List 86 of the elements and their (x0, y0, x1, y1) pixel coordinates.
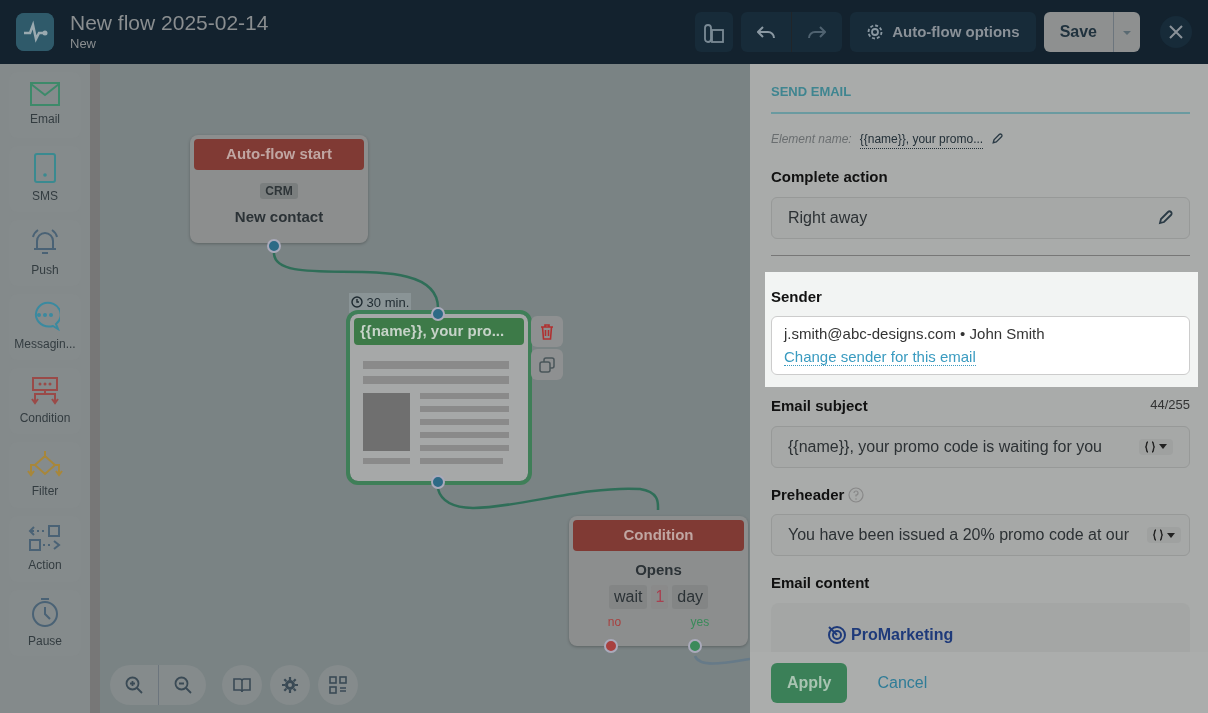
branch-label: yes (690, 614, 710, 631)
grid-icon (329, 676, 347, 694)
complete-action-field[interactable]: Right away (771, 196, 1190, 239)
condition-icon (29, 375, 61, 405)
braces-icon (1145, 440, 1155, 453)
redo-icon (808, 25, 827, 40)
connection-point[interactable] (431, 307, 445, 321)
field-label: Preheader (771, 484, 845, 505)
flow-status: New (70, 34, 97, 53)
settings-icon (281, 676, 299, 694)
flow-title: New flow 2025-02-14 (70, 10, 269, 34)
node-title: New contact (233, 206, 325, 227)
branch-point[interactable] (604, 639, 618, 653)
book-icon (233, 677, 251, 693)
apply-button[interactable]: Apply (771, 662, 848, 703)
cancel-button[interactable]: Cancel (871, 669, 934, 696)
wait-count: 1 (651, 585, 669, 609)
zoom-out-button[interactable] (158, 665, 206, 705)
zoom-out-icon (173, 676, 192, 694)
auto-flow-options-button[interactable]: Auto-flow options (850, 12, 1036, 52)
edit-icon[interactable] (991, 133, 1004, 145)
node-header: {{name}}, your pro... (354, 318, 524, 345)
wait-text: day (672, 585, 709, 609)
trash-icon (540, 323, 554, 340)
sms-icon (34, 153, 56, 183)
undo-icon (757, 25, 776, 40)
field-label: Email content (771, 573, 871, 594)
zoom-in-button[interactable] (110, 665, 158, 705)
caret-icon (1159, 444, 1167, 450)
connection-point[interactable] (267, 239, 281, 253)
redo-button[interactable] (792, 12, 843, 52)
node-header: Condition (573, 520, 744, 551)
braces-icon (1153, 529, 1163, 542)
delete-button[interactable] (531, 316, 563, 347)
section-title: SEND EMAIL (771, 82, 1190, 114)
delay-label: 30 min. (349, 293, 412, 313)
gear-icon (866, 23, 885, 41)
node-header: Auto-flow start (194, 139, 364, 170)
preheader-field[interactable]: You have been issued a 20% promo code at our (771, 514, 1190, 557)
variables-dropdown[interactable] (1139, 438, 1173, 455)
caret-icon (1167, 532, 1175, 538)
push-icon (29, 227, 61, 257)
action-icon (28, 524, 62, 552)
element-name-label: Element name: (771, 131, 852, 148)
branch-point[interactable] (688, 639, 702, 653)
target-icon (827, 624, 847, 645)
change-sender-link[interactable]: Change sender for this email (784, 347, 976, 366)
layout-button[interactable] (318, 665, 358, 705)
guide-button[interactable] (222, 665, 262, 705)
settings-button[interactable] (270, 665, 310, 705)
variables-dropdown[interactable] (1147, 527, 1181, 544)
wait-text: wait (608, 585, 648, 609)
logo-icon (16, 13, 54, 51)
save-button[interactable]: Save (1043, 12, 1113, 52)
save-options-dropdown[interactable] (1113, 12, 1140, 52)
sender-address: j.smith@abc-designs.com • John Smith (784, 324, 1046, 345)
clipboard-button[interactable] (695, 12, 734, 52)
close-icon (1169, 25, 1183, 39)
field-label: Sender (771, 286, 823, 307)
start-node[interactable]: Auto-flow start CRM New contact (190, 135, 368, 243)
field-label: Email subject (771, 396, 868, 417)
email-subject-field[interactable]: {{name}}, your promo code is waiting for you (771, 425, 1190, 468)
close-button[interactable] (1160, 16, 1192, 48)
edit-icon[interactable] (1157, 209, 1173, 226)
duplicate-button[interactable] (531, 349, 563, 380)
branch-label: no (607, 614, 622, 631)
condition-node[interactable]: Condition Opens wait 1 day no yes (569, 516, 748, 646)
character-counter: 44/255 (1150, 396, 1190, 415)
help-icon[interactable] (848, 486, 865, 503)
caret-icon (1122, 29, 1132, 36)
zoom-in-icon (125, 676, 143, 694)
brand-logo-text: ProMarketing (851, 624, 954, 645)
node-title: Opens (634, 559, 683, 580)
pause-icon (30, 596, 60, 628)
copy-icon (539, 356, 555, 373)
email-icon (30, 82, 60, 106)
email-content-preview[interactable]: ProMarketing (771, 602, 1190, 652)
clock-icon (351, 296, 363, 308)
element-name-link[interactable]: {{name}}, your promo... (859, 129, 984, 149)
crm-tag: CRM (260, 182, 298, 199)
field-label: Complete action (771, 167, 889, 188)
connection-point[interactable] (431, 475, 445, 489)
connector-line (693, 655, 750, 665)
undo-button[interactable] (741, 12, 793, 52)
clipboard-icon (703, 21, 726, 44)
filter-icon (27, 450, 63, 478)
